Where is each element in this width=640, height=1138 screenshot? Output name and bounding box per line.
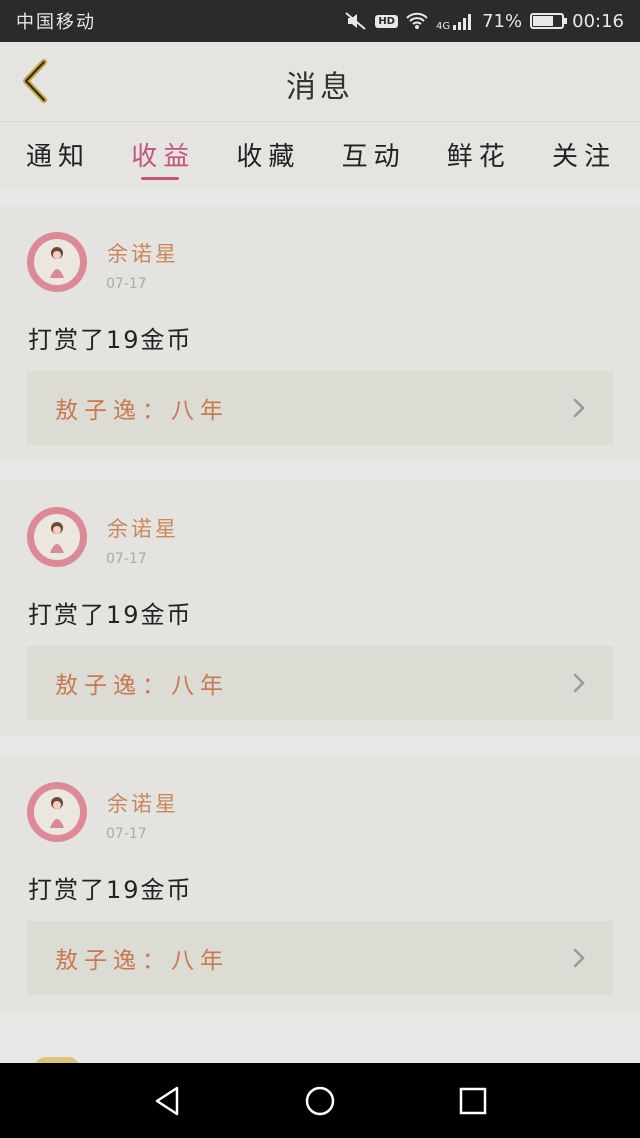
message-date: 07-17 <box>106 826 147 842</box>
avatar[interactable] <box>27 782 87 842</box>
page-title: 消息 <box>286 70 354 105</box>
hd-badge: HD <box>375 14 398 28</box>
avatar-figure-icon <box>50 797 64 828</box>
tab-following[interactable]: 关注 <box>552 122 616 189</box>
reference-text: 敖子逸：八年 <box>55 673 229 699</box>
nav-recents-button[interactable] <box>443 1071 503 1131</box>
signal-icon <box>453 14 472 30</box>
tab-earnings[interactable]: 收益 <box>131 122 195 189</box>
home-circle-icon <box>305 1086 335 1115</box>
reference-link[interactable]: 敖子逸：八年 <box>27 921 613 995</box>
message-list: 余诺星 07-17 打赏了19金币 敖子逸：八年 余诺星 07-17 打赏了19… <box>0 206 640 1031</box>
reference-link[interactable]: 敖子逸：八年 <box>27 371 613 445</box>
message-text: 打赏了19金币 <box>28 601 193 629</box>
back-triangle-icon <box>155 1086 178 1115</box>
tab-favorites[interactable]: 收藏 <box>236 122 300 189</box>
nav-home-button[interactable] <box>290 1071 350 1131</box>
message-date: 07-17 <box>106 551 147 567</box>
tab-notifications[interactable]: 通知 <box>26 122 90 189</box>
message-card: 余诺星 07-17 打赏了19金币 敖子逸：八年 <box>0 481 640 736</box>
tab-flowers[interactable]: 鲜花 <box>447 122 511 189</box>
message-card: 余诺星 07-17 打赏了19金币 敖子逸：八年 <box>0 206 640 461</box>
message-text: 打赏了19金币 <box>28 326 193 354</box>
clock: 00:16 <box>572 10 624 32</box>
chevron-right-icon <box>573 948 585 968</box>
battery-icon <box>530 13 568 29</box>
reference-text: 敖子逸：八年 <box>55 948 229 974</box>
message-text: 打赏了19金币 <box>28 876 193 904</box>
app-header: 消息 <box>0 42 640 120</box>
carrier-name: 中国移动 <box>16 12 96 33</box>
reference-text: 敖子逸：八年 <box>55 398 229 424</box>
battery-percent: 71% <box>482 10 523 32</box>
username[interactable]: 余诺星 <box>107 513 179 543</box>
avatar[interactable] <box>27 232 87 292</box>
avatar[interactable] <box>27 507 87 567</box>
chevron-right-icon <box>573 673 585 693</box>
tab-bar: 通知 收益 收藏 互动 鲜花 关注 <box>0 121 640 189</box>
avatar-figure-icon <box>50 247 64 278</box>
message-date: 07-17 <box>106 276 147 292</box>
username[interactable]: 余诺星 <box>107 238 179 268</box>
wifi-icon <box>406 12 428 29</box>
nav-back-button[interactable] <box>137 1071 197 1131</box>
network-type: 4G <box>435 20 451 32</box>
avatar-figure-icon <box>50 522 64 553</box>
recents-square-icon <box>460 1087 487 1114</box>
status-bar: 中国移动 HD 4G 71% 00:16 <box>0 0 640 42</box>
message-card: 余诺星 07-17 打赏了19金币 敖子逸：八年 <box>0 756 640 1011</box>
chevron-right-icon <box>573 398 585 418</box>
username[interactable]: 余诺星 <box>107 788 179 818</box>
tab-interactions[interactable]: 互动 <box>342 122 406 189</box>
reference-link[interactable]: 敖子逸：八年 <box>27 646 613 720</box>
mute-icon <box>345 12 366 30</box>
system-nav-bar <box>0 1063 640 1138</box>
